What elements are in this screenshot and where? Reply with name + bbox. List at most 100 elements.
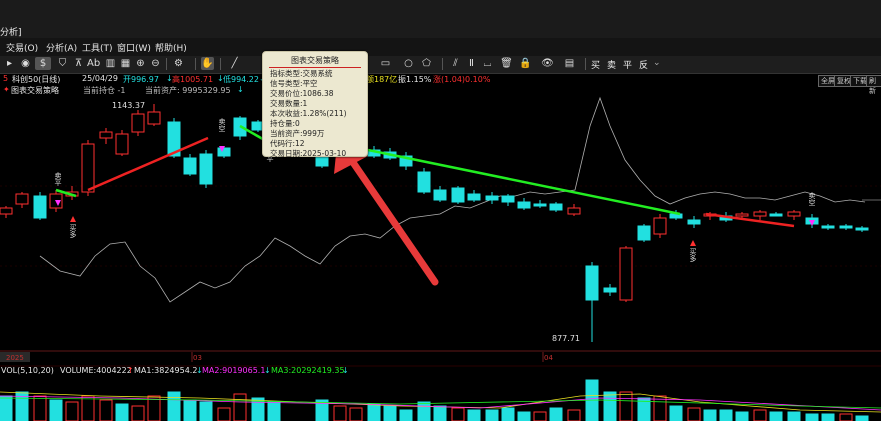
ruler-icon[interactable]: ⊼ [72,57,85,70]
sell-button[interactable]: 卖 [607,58,616,71]
candle-body [417,171,431,193]
strategy-position: 当前持仓 -1 [83,86,126,95]
candle-body [517,201,531,209]
dollar-icon[interactable]: $ [35,57,51,70]
record-icon[interactable]: ◉ [19,57,32,70]
menu-analysis[interactable]: 分析(A) [46,41,77,54]
zoom-in-icon[interactable]: ⊕ [134,57,147,70]
candle-body [735,213,749,217]
candle-body [217,147,231,157]
save-icon[interactable]: ▤ [563,57,576,70]
volume-bar [501,407,515,421]
reverse-button[interactable]: 反 [639,58,648,71]
volume-bar [719,409,733,421]
candle-body [451,187,465,203]
trash-icon[interactable]: 🗑 [500,57,513,70]
parallel-lines-icon[interactable]: ⫽ [449,57,462,70]
menu-help[interactable]: 帮助(H) [155,41,187,54]
text-tool-icon[interactable]: Ⅱ [465,57,478,70]
volume-ma3-arrow: ↓ [342,366,349,375]
volume-ma2: MA2:9019065.1 [202,366,266,375]
volume-bar [703,409,717,421]
volume-bar [199,401,213,421]
filter-icon[interactable]: ⛉ [56,57,69,70]
volume-ma1: MA1:3824954.2 [134,366,198,375]
date-label-03: 03 [193,354,202,362]
tooltip-row-label: 信号类型: [270,79,303,88]
signal-label: 买多 [689,248,697,263]
volume-bar [467,409,481,421]
signal-arrow-icon [690,240,696,246]
tooltip-row-label: 交易价位: [270,89,303,98]
volume-bar [349,407,363,421]
volume-bar [787,411,801,421]
tooltip-row-label: 当前资产: [270,129,303,138]
close-position-button[interactable]: 平 [623,58,632,71]
candle-body [653,217,667,235]
candle-body [669,213,683,219]
toolbar-divider [195,58,196,70]
volume-bar [33,395,47,421]
volume-bar [49,399,63,421]
hand-icon[interactable]: ✋ [201,57,214,70]
volume-bar [167,391,181,421]
volume-bar [533,411,547,421]
candle-body [115,133,129,155]
tooltip-row-label: 持仓量: [270,119,296,128]
measure-icon[interactable]: ⌴ [481,57,494,70]
tooltip-row-label: 代码行: [270,139,296,148]
tooltip-rows: 指标类型:交易系统 信号类型:平空 交易价位:1086.38 交易数量:1 本次收益:1… [270,69,367,159]
zoom-out-icon[interactable]: ⊖ [149,57,162,70]
quote-high: 高1005.71 [172,75,214,84]
menu-tools[interactable]: 工具(T) [82,41,113,54]
tooltip-row: 本次收益:1.28%(211) [270,109,367,119]
buy-button[interactable]: 买 [591,58,600,71]
volume-bar [687,407,701,421]
lock-icon[interactable]: 🔒 [519,57,532,70]
menu-trade[interactable]: 交易(O) [6,41,38,54]
volume-bar [183,399,197,421]
volume-bar [115,403,129,421]
more-icon[interactable]: ⌄ [653,58,661,68]
quote-change: 涨(1.04)0.10% [433,75,491,84]
gear-icon[interactable]: ⚙ [172,57,185,70]
title-bar: 分析] [0,0,881,38]
grid-icon[interactable]: ▦ [119,57,132,70]
volume-bar [217,407,231,421]
candle-body [533,203,547,207]
volume-ma2-arrow: ↓ [264,366,271,375]
date-label-04: 04 [544,354,553,362]
candle-body [821,225,835,229]
tooltip-row-value: 1086.38 [302,89,334,98]
play-icon[interactable]: ▸ [3,57,16,70]
volume-bar [567,409,581,421]
menu-bar: 交易(O) 分析(A) 工具(T) 窗口(W) 帮助(H) [0,38,881,57]
menu-window[interactable]: 窗口(W) [117,41,151,54]
tooltip-row-value: 平空 [302,79,318,88]
candle-body [769,213,783,217]
polygon-tool-icon[interactable]: ⬠ [420,57,433,70]
tooltip-row: 交易数量:1 [270,99,367,109]
tooltip-row: 持仓量:0 [270,119,367,129]
circle-tool-icon[interactable]: ○ [402,57,415,70]
tooltip-row-value: 999万 [302,129,325,138]
tooltip-row-value: 交易系统 [302,69,333,78]
volume-bar [81,395,95,421]
tooltip-title: 图表交易策略 [291,56,339,65]
spell-icon[interactable]: Ab [87,57,100,70]
tooltip-divider [269,67,361,68]
candle-body [839,225,853,229]
eye-icon[interactable]: 👁 [541,57,554,70]
tooltip-row-label: 本次收益: [270,109,303,118]
line-tool-icon[interactable]: ╱ [228,57,241,70]
tooltip-row: 代码行:12 [270,139,367,149]
candle-body [753,211,767,217]
high-label: 1143.37 [112,101,145,110]
rectangle-tool-icon[interactable]: ▭ [379,57,392,70]
candle-body [33,195,47,219]
volume-title: VOL(5,10,20) [1,366,54,375]
bar-chart-icon[interactable]: ▥ [104,57,117,70]
tooltip-row-value: 2025-03-10 [302,149,347,158]
strategy-name[interactable]: 图表交易策略 [11,85,59,96]
volume-bar [65,401,79,421]
